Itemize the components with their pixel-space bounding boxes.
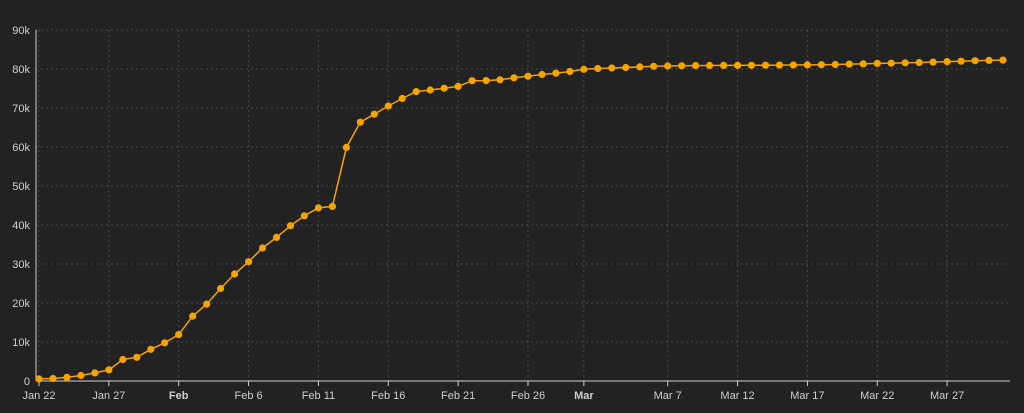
x-tick-label: Jan 27: [92, 390, 125, 402]
data-point[interactable]: [859, 60, 867, 68]
data-point[interactable]: [63, 373, 71, 381]
data-point[interactable]: [217, 284, 225, 293]
data-point[interactable]: [636, 63, 644, 71]
data-point[interactable]: [175, 331, 183, 339]
data-point[interactable]: [873, 59, 881, 67]
data-point[interactable]: [398, 94, 406, 103]
data-point[interactable]: [91, 369, 99, 377]
data-point[interactable]: [747, 61, 756, 69]
data-point[interactable]: [761, 61, 770, 69]
data-point[interactable]: [650, 62, 658, 70]
data-point[interactable]: [734, 61, 742, 69]
x-tick-label: Feb 26: [511, 390, 545, 402]
data-point[interactable]: [706, 61, 714, 70]
y-tick-label: 40k: [12, 220, 30, 232]
x-tick-label: Mar 7: [654, 390, 682, 402]
data-point[interactable]: [105, 366, 113, 374]
data-point[interactable]: [510, 74, 518, 82]
data-point[interactable]: [999, 56, 1007, 64]
data-point[interactable]: [552, 69, 560, 77]
data-point[interactable]: [692, 62, 700, 70]
data-point[interactable]: [580, 65, 588, 73]
data-point[interactable]: [678, 62, 686, 70]
data-point[interactable]: [901, 59, 909, 67]
data-point[interactable]: [300, 212, 308, 220]
data-point[interactable]: [314, 204, 322, 212]
x-tick-label: Mar 17: [790, 390, 824, 402]
data-point[interactable]: [817, 61, 826, 69]
data-point[interactable]: [426, 86, 434, 94]
data-point[interactable]: [384, 102, 392, 110]
y-tick-label: 60k: [12, 142, 30, 154]
data-point[interactable]: [49, 374, 57, 383]
x-tick-label: Feb: [169, 390, 189, 402]
data-point[interactable]: [664, 62, 672, 70]
data-point[interactable]: [440, 84, 448, 92]
data-point[interactable]: [566, 67, 574, 76]
x-tick-label: Mar: [574, 390, 594, 402]
y-tick-label: 70k: [12, 103, 30, 115]
data-point[interactable]: [915, 58, 923, 67]
data-point[interactable]: [231, 270, 239, 278]
y-tick-label: 80k: [12, 64, 30, 76]
x-tick-label: Mar 22: [860, 390, 894, 402]
data-point[interactable]: [957, 57, 965, 65]
data-point[interactable]: [482, 77, 490, 85]
data-point[interactable]: [720, 61, 728, 69]
data-point[interactable]: [77, 371, 85, 380]
data-point[interactable]: [971, 57, 979, 65]
data-point[interactable]: [524, 72, 532, 80]
data-point[interactable]: [258, 244, 267, 252]
chart-container: 0 10k 20k 30k 40k 50k 60k 70k 80k 90k Jan 22 Jan 27…: [0, 0, 1024, 413]
data-point[interactable]: [831, 60, 839, 69]
x-tick-label: Mar 12: [720, 390, 754, 402]
line-chart: 0 10k 20k 30k 40k 50k 60k 70k 80k 90k Jan 22 Jan 27…: [12, 25, 1010, 402]
x-tick-label: Mar 27: [930, 390, 964, 402]
x-tick-label: Jan 22: [22, 390, 55, 402]
data-point[interactable]: [412, 88, 420, 96]
data-point[interactable]: [189, 312, 197, 320]
y-tick-label: 30k: [12, 259, 30, 271]
data-point[interactable]: [203, 300, 211, 308]
data-point[interactable]: [286, 222, 295, 230]
data-point[interactable]: [272, 233, 281, 241]
data-point[interactable]: [845, 60, 853, 68]
y-tick-label: 20k: [12, 298, 30, 310]
axis-layer: 0 10k 20k 30k 40k 50k 60k 70k 80k 90k Jan 22 Jan 27…: [12, 25, 1010, 402]
data-point[interactable]: [328, 202, 336, 210]
data-point[interactable]: [454, 82, 462, 90]
y-tick-label: 10k: [12, 337, 30, 349]
data-point[interactable]: [622, 63, 630, 72]
data-point[interactable]: [161, 339, 169, 347]
data-point[interactable]: [985, 56, 993, 64]
data-point[interactable]: [929, 58, 937, 66]
data-point[interactable]: [356, 118, 364, 126]
data-point[interactable]: [342, 143, 350, 151]
data-point[interactable]: [887, 59, 895, 67]
data-point[interactable]: [119, 355, 127, 364]
x-tick-label: Feb 11: [302, 390, 335, 402]
data-point[interactable]: [594, 64, 602, 73]
series-layer: [35, 56, 1007, 383]
data-point[interactable]: [608, 64, 616, 72]
data-point[interactable]: [133, 353, 141, 361]
data-point[interactable]: [245, 258, 253, 266]
data-point[interactable]: [789, 61, 798, 69]
x-tick-label: Feb 21: [441, 390, 475, 402]
grid-layer: [36, 29, 1010, 382]
data-point[interactable]: [538, 70, 546, 79]
y-tick-label: 90k: [12, 25, 30, 37]
x-tick-label: Feb 16: [371, 390, 405, 402]
y-tick-label: 50k: [12, 181, 30, 193]
data-point[interactable]: [147, 345, 155, 353]
data-point[interactable]: [35, 375, 43, 383]
data-point[interactable]: [496, 76, 504, 84]
data-point[interactable]: [775, 61, 784, 69]
y-tick-label: 0: [24, 376, 30, 388]
data-point[interactable]: [370, 110, 378, 118]
data-point[interactable]: [468, 77, 476, 85]
data-point[interactable]: [943, 58, 951, 66]
data-point[interactable]: [803, 61, 812, 69]
x-tick-label: Feb 6: [234, 390, 262, 402]
